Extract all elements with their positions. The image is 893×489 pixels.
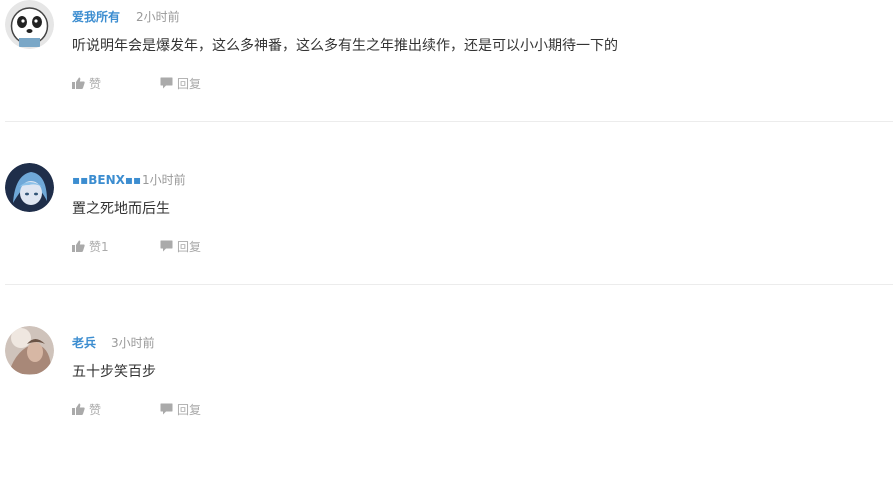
divider — [5, 284, 893, 285]
like-button[interactable]: 赞 — [72, 402, 102, 417]
comment-item: 爱我所有 2小时前 听说明年会是爆发年，这么多神番，这么多有生之年推出续作，还是… — [0, 0, 893, 163]
comment-item: ▪▪BENX▪▪ 1小时前 置之死地而后生 赞1 回复 — [0, 163, 893, 326]
thumbs-up-icon — [72, 403, 85, 415]
like-label: 赞 — [89, 76, 102, 91]
avatar[interactable] — [5, 0, 54, 49]
reply-label: 回复 — [177, 239, 202, 254]
thumbs-up-icon — [72, 240, 85, 252]
timestamp: 3小时前 — [111, 336, 155, 350]
timestamp: 2小时前 — [136, 10, 180, 24]
avatar[interactable] — [5, 163, 54, 212]
reply-label: 回复 — [177, 402, 202, 417]
speech-bubble-icon — [160, 403, 173, 415]
comment-text: 听说明年会是爆发年，这么多神番，这么多有生之年推出续作，还是可以小小期待一下的 — [72, 38, 618, 54]
avatar[interactable] — [5, 326, 54, 375]
reply-button[interactable]: 回复 — [160, 239, 202, 254]
username[interactable]: 老兵 — [72, 335, 96, 351]
thumbs-up-icon — [72, 77, 85, 89]
speech-bubble-icon — [160, 77, 173, 89]
like-label: 赞1 — [89, 239, 109, 254]
username[interactable]: 爱我所有 — [72, 9, 120, 25]
comment-item: 老兵 3小时前 五十步笑百步 赞 回复 — [0, 326, 893, 489]
comment-text: 置之死地而后生 — [72, 201, 170, 217]
like-label: 赞 — [89, 402, 102, 417]
like-button[interactable]: 赞 — [72, 76, 102, 91]
reply-label: 回复 — [177, 76, 202, 91]
reply-button[interactable]: 回复 — [160, 402, 202, 417]
reply-button[interactable]: 回复 — [160, 76, 202, 91]
timestamp: 1小时前 — [142, 173, 186, 187]
like-button[interactable]: 赞1 — [72, 239, 109, 254]
username[interactable]: ▪▪BENX▪▪ — [72, 172, 141, 188]
comment-text: 五十步笑百步 — [72, 364, 156, 380]
speech-bubble-icon — [160, 240, 173, 252]
divider — [5, 121, 893, 122]
